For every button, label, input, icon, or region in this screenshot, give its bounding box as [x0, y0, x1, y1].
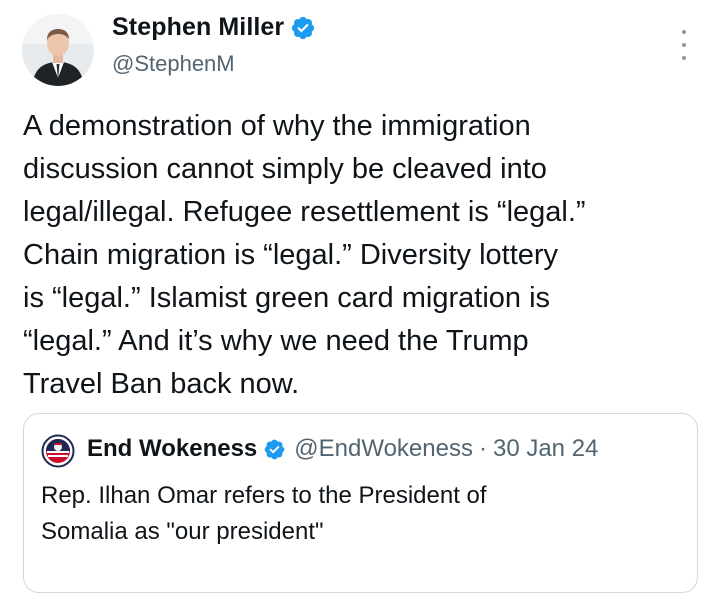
- post-text-line: Travel Ban back now.: [23, 368, 300, 400]
- post-text-line: is “legal.” Islamist green card migratio…: [23, 282, 551, 314]
- author-avatar[interactable]: [22, 14, 94, 86]
- verified-badge-icon: [264, 439, 285, 459]
- quoted-text-line: Somalia as "our president": [41, 518, 324, 545]
- author-name-row[interactable]: Stephen Miller: [112, 13, 316, 42]
- author-name[interactable]: Stephen Miller: [112, 13, 284, 42]
- quoted-author-handle[interactable]: @EndWokeness: [294, 435, 473, 463]
- quoted-post-header: End Wokeness @EndWokeness · 30 Jan 24: [87, 435, 598, 463]
- more-vertical-icon[interactable]: [674, 30, 694, 60]
- post-text-line: “legal.” And it’s why we need the Trump: [23, 325, 529, 357]
- quoted-author-name[interactable]: End Wokeness: [87, 435, 257, 463]
- verified-badge-icon: [292, 16, 315, 39]
- post-text-line: A demonstration of why the immigration: [23, 110, 531, 142]
- quoted-author-avatar-image: [41, 434, 75, 468]
- quoted-post[interactable]: End Wokeness @EndWokeness · 30 Jan 24 Re…: [23, 413, 698, 593]
- quoted-post-text: Rep. Ilhan Omar refers to the President …: [41, 478, 681, 550]
- quoted-post-date[interactable]: 30 Jan 24: [493, 435, 598, 463]
- author-handle[interactable]: @StephenM: [112, 51, 235, 77]
- post-text-line: discussion cannot simply be cleaved into: [23, 153, 547, 185]
- post: Stephen Miller @StephenM A demonstration…: [0, 0, 720, 593]
- quoted-text-line: Rep. Ilhan Omar refers to the President …: [41, 482, 487, 509]
- quoted-author-avatar[interactable]: [41, 434, 75, 468]
- post-text-line: legal/illegal. Refugee resettlement is “…: [23, 196, 586, 228]
- separator-dot: ·: [478, 435, 487, 462]
- post-text: A demonstration of why the immigration d…: [23, 105, 703, 406]
- author-avatar-image: [22, 14, 94, 86]
- post-text-line: Chain migration is “legal.” Diversity lo…: [23, 239, 559, 271]
